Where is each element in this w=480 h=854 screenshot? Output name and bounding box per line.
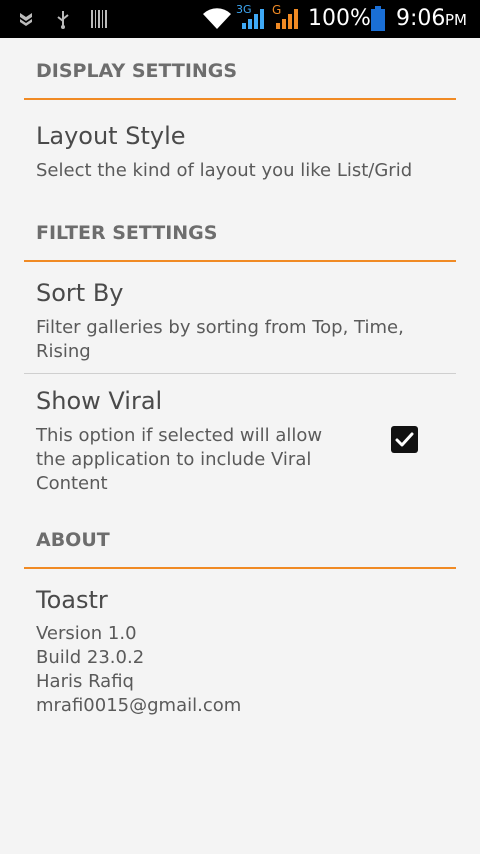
notification-icon bbox=[20, 13, 32, 26]
sort-by-summary-line1: Filter galleries by sorting from Top, Ti… bbox=[36, 317, 404, 338]
status-bar: 3G G 100% 9:06 PM bbox=[0, 0, 480, 38]
wifi-icon bbox=[203, 8, 231, 29]
clock-ampm: PM bbox=[445, 11, 467, 29]
show-viral-summary-line2: the application to include Viral bbox=[36, 449, 312, 470]
sort-by-title: Sort By bbox=[36, 279, 124, 307]
layout-style-title: Layout Style bbox=[36, 122, 186, 150]
app-author: Haris Rafiq bbox=[36, 671, 134, 692]
layout-style-summary: Select the kind of layout you like List/… bbox=[36, 160, 413, 181]
about-divider bbox=[24, 567, 456, 569]
checkmark-icon bbox=[395, 432, 414, 447]
show-viral-summary-line3: Content bbox=[36, 473, 108, 494]
battery-icon bbox=[371, 6, 385, 31]
signal-g-icon bbox=[276, 9, 298, 29]
display-settings-header: DISPLAY SETTINGS bbox=[36, 60, 238, 82]
usb-icon bbox=[57, 11, 69, 29]
app-build: Build 23.0.2 bbox=[36, 647, 145, 668]
signal-3g-icon bbox=[242, 9, 264, 29]
filter-settings-divider bbox=[24, 260, 456, 262]
show-viral-title: Show Viral bbox=[36, 387, 163, 415]
sort-viral-divider bbox=[24, 373, 456, 374]
app-email: mrafi0015@gmail.com bbox=[36, 695, 242, 716]
show-viral-checkbox[interactable] bbox=[391, 426, 418, 453]
sort-by-summary-line2: Rising bbox=[36, 341, 91, 362]
filter-settings-header: FILTER SETTINGS bbox=[36, 222, 218, 244]
barcode-icon bbox=[91, 10, 107, 28]
battery-percent: 100% bbox=[308, 6, 371, 31]
app-version: Version 1.0 bbox=[36, 623, 137, 644]
about-header: ABOUT bbox=[36, 529, 110, 551]
show-viral-summary-line1: This option if selected will allow bbox=[36, 425, 323, 446]
clock-time: 9:06 bbox=[396, 6, 446, 31]
app-name: Toastr bbox=[36, 586, 108, 614]
display-settings-divider bbox=[24, 98, 456, 100]
